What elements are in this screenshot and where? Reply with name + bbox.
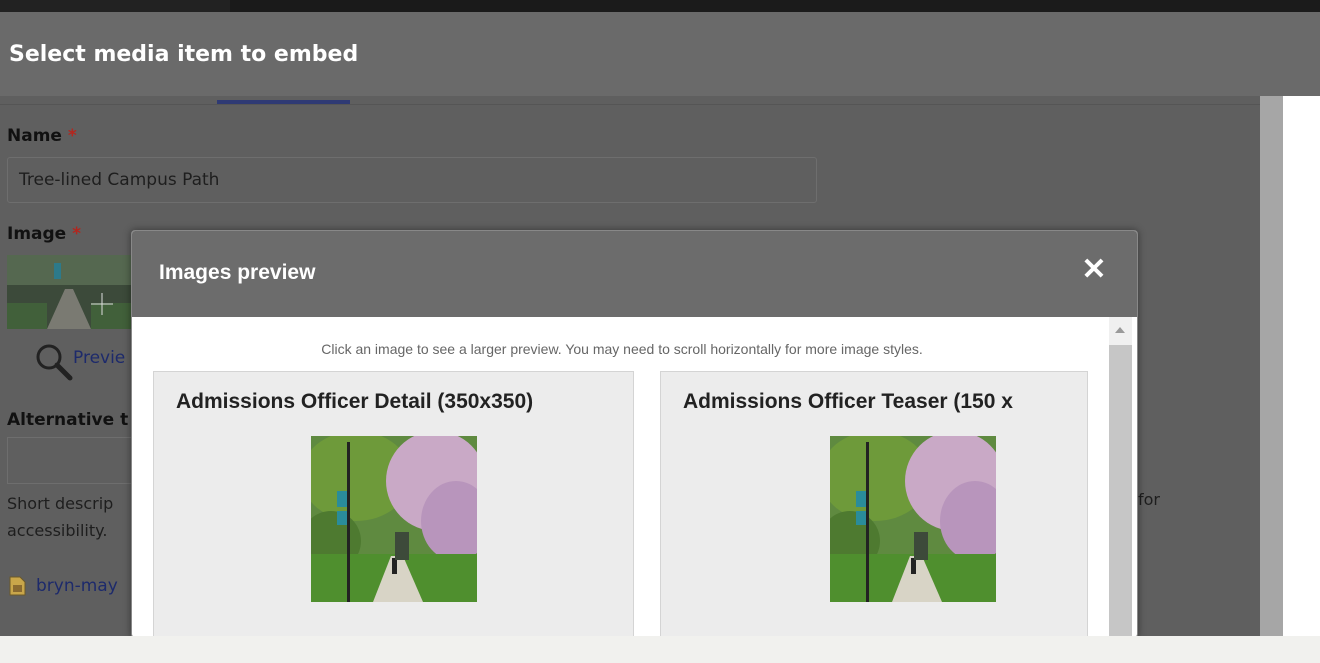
alt-text-description: Short descrip accessibility. <box>7 490 113 544</box>
image-style-card[interactable]: Admissions Officer Teaser (150 x <box>660 371 1088 637</box>
image-style-title: Admissions Officer Teaser (150 x <box>683 390 1013 413</box>
required-mark: * <box>72 224 82 244</box>
close-icon[interactable]: ✕ <box>1079 255 1109 285</box>
images-preview-modal: Images preview ✕ Click an image to see a… <box>131 230 1138 638</box>
scrollbar-thumb[interactable] <box>1109 345 1132 637</box>
modal-header: Images preview ✕ <box>132 231 1137 317</box>
tab-strip <box>0 96 1260 105</box>
alt-text-input[interactable] <box>7 437 133 484</box>
image-style-preview[interactable] <box>830 436 996 602</box>
right-margin <box>1283 96 1320 636</box>
search-icon[interactable] <box>34 342 74 382</box>
alt-text-label: Alternative t <box>7 410 129 430</box>
image-style-preview[interactable] <box>311 436 477 602</box>
file-link[interactable]: bryn-may <box>36 576 118 596</box>
file-image-icon <box>9 576 26 596</box>
image-style-card[interactable]: Admissions Officer Detail (350x350) <box>153 371 634 637</box>
name-label: Name * <box>7 126 77 146</box>
description-line: Short descrip <box>7 494 114 513</box>
page-footer <box>0 636 1320 663</box>
browser-top-bar <box>0 0 1320 12</box>
image-label-text: Image <box>7 224 67 244</box>
required-mark: * <box>67 126 77 146</box>
image-style-title: Admissions Officer Detail (350x350) <box>176 390 534 413</box>
name-input[interactable]: Tree-lined Campus Path <box>7 157 817 203</box>
dialog-header: Select media item to embed <box>0 12 1320 96</box>
dialog-title: Select media item to embed <box>9 42 359 67</box>
scroll-up-arrow-icon[interactable] <box>1115 327 1125 333</box>
top-bar-segment <box>230 0 560 12</box>
page-scrollbar[interactable] <box>1260 96 1283 636</box>
preview-link[interactable]: Previe <box>73 348 125 368</box>
description-tail: for <box>1138 490 1160 509</box>
image-label: Image * <box>7 224 81 244</box>
preview-hint: Click an image to see a larger preview. … <box>321 341 923 357</box>
modal-scrollbar[interactable] <box>1109 317 1132 637</box>
name-label-text: Name <box>7 126 62 146</box>
campus-path-thumbnail <box>7 255 131 329</box>
modal-title: Images preview <box>159 261 316 284</box>
description-line: accessibility. <box>7 521 108 540</box>
top-bar-segment <box>0 0 230 12</box>
image-thumbnail[interactable] <box>7 255 131 329</box>
active-tab-indicator[interactable] <box>217 100 350 104</box>
